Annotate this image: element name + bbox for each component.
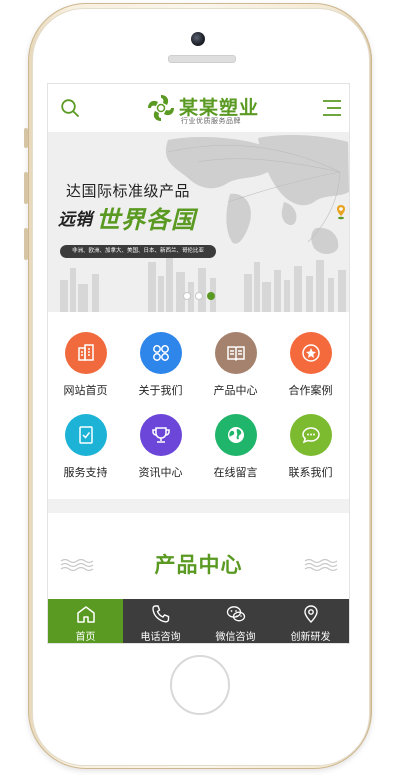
trophy-icon	[140, 414, 182, 456]
phone-mockup: 某某塑业 行业优质服务品牌 达国际标准级产品 远销 世界各国 非洲、欧洲、加拿大…	[0, 0, 400, 775]
home-icon	[77, 606, 95, 623]
book-icon	[215, 332, 257, 374]
bottom-nav-home-label: 首页	[75, 632, 96, 643]
nav-contact[interactable]: 联系我们	[273, 414, 348, 494]
banner-slogan-prefix: 远销	[58, 210, 92, 230]
nav-cases-label: 合作案例	[288, 384, 333, 397]
brand-subtitle: 行业优质服务品牌	[181, 117, 241, 125]
carousel-indicator	[183, 292, 223, 302]
nav-about[interactable]: 关于我们	[123, 332, 198, 412]
banner-slogan-highlight: 世界各国	[96, 206, 196, 234]
nav-support[interactable]: 服务支持	[48, 414, 123, 494]
nav-news[interactable]: 资讯中心	[123, 414, 198, 494]
front-camera	[191, 32, 205, 46]
bottom-nav-research-label: 创新研发	[290, 632, 331, 643]
earpiece-speaker	[168, 55, 236, 63]
carousel-dot-3[interactable]	[207, 292, 215, 300]
map-pin-icon	[337, 205, 345, 220]
search-icon[interactable]	[60, 98, 80, 118]
banner-country-tag: 非洲、欧洲、加拿大、美国、日本、新西兰、哥伦比亚	[60, 245, 216, 258]
carousel-dot-1[interactable]	[183, 292, 191, 300]
site-header: 某某塑业 行业优质服务品牌	[48, 84, 349, 132]
carousel-dot-2[interactable]	[195, 292, 203, 300]
pinwheel-logo-icon	[148, 95, 174, 121]
bottom-nav-phone[interactable]: 电话咨询	[123, 599, 198, 643]
nav-home-label: 网站首页	[63, 384, 108, 397]
world-map-skyline-graphic	[48, 132, 349, 312]
quick-nav-grid: 网站首页 关于我们 产品中心 合作案例 服务支持 资讯中心 在线留言 联系我们	[48, 312, 349, 494]
nav-about-label: 关于我们	[138, 384, 183, 397]
nav-home[interactable]: 网站首页	[48, 332, 123, 412]
location-pin-icon	[304, 605, 318, 623]
product-section-header: 产品中心	[48, 513, 349, 599]
hamburger-menu-icon[interactable]	[322, 99, 342, 117]
nav-products[interactable]: 产品中心	[198, 332, 273, 412]
nav-message[interactable]: 在线留言	[198, 414, 273, 494]
nav-message-label: 在线留言	[213, 466, 258, 479]
bottom-nav-wechat-label: 微信咨询	[215, 632, 256, 643]
brand-logo[interactable]: 某某塑业 行业优质服务品牌	[145, 91, 258, 127]
badge-star-icon	[290, 332, 332, 374]
section-divider	[48, 499, 349, 513]
document-check-icon	[65, 414, 107, 456]
nav-support-label: 服务支持	[63, 466, 108, 479]
bottom-nav-home[interactable]: 首页	[48, 599, 123, 643]
hero-banner[interactable]: 达国际标准级产品 远销 世界各国 非洲、欧洲、加拿大、美国、日本、新西兰、哥伦比…	[48, 132, 349, 312]
nav-products-label: 产品中心	[213, 384, 258, 397]
bottom-nav-bar: 首页 电话咨询 微信咨询 创新研发	[48, 599, 349, 643]
home-button[interactable]	[170, 655, 230, 715]
wechat-icon	[226, 606, 246, 622]
volume-down-button	[24, 228, 28, 260]
bottom-nav-research[interactable]: 创新研发	[273, 599, 348, 643]
volume-up-button	[24, 172, 28, 204]
wave-decoration-icon	[304, 558, 338, 572]
bottom-nav-wechat[interactable]: 微信咨询	[198, 599, 273, 643]
globe-icon	[215, 414, 257, 456]
clover-icon	[140, 332, 182, 374]
phone-icon	[152, 605, 170, 623]
mute-switch	[24, 128, 28, 148]
bottom-nav-phone-label: 电话咨询	[140, 632, 181, 643]
chat-bubble-icon	[290, 414, 332, 456]
building-icon	[65, 332, 107, 374]
banner-headline: 达国际标准级产品	[66, 182, 191, 200]
nav-contact-label: 联系我们	[288, 466, 333, 479]
nav-news-label: 资讯中心	[138, 466, 183, 479]
nav-cases[interactable]: 合作案例	[273, 332, 348, 412]
phone-screen: 某某塑业 行业优质服务品牌 达国际标准级产品 远销 世界各国 非洲、欧洲、加拿大…	[47, 83, 350, 644]
